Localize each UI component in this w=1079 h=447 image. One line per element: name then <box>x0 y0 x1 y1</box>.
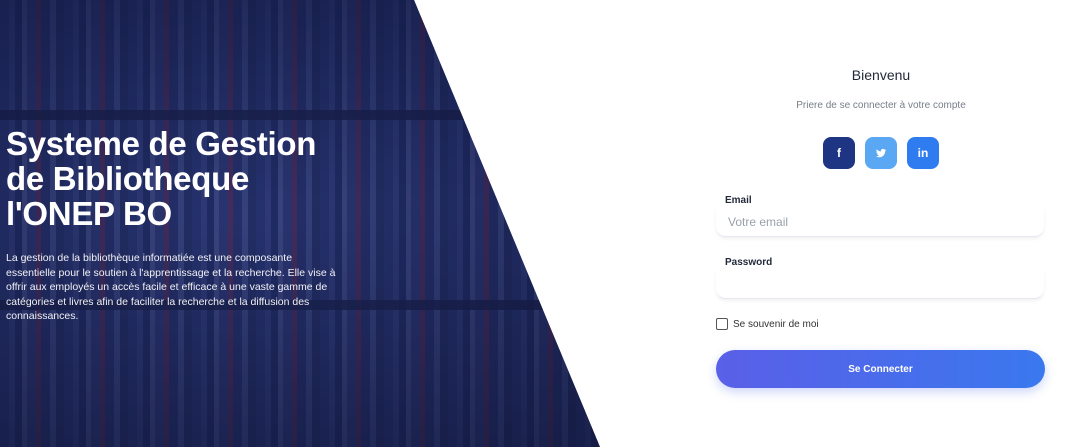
remember-label: Se souvenir de moi <box>733 318 819 330</box>
facebook-button[interactable]: f <box>823 137 855 169</box>
hero-title-line: l'ONEP BO <box>6 195 172 232</box>
hero-title: Systeme de Gestion de Bibliotheque l'ONE… <box>6 126 366 231</box>
hero-title-line: Systeme de Gestion <box>6 125 317 162</box>
email-label: Email <box>725 195 752 206</box>
social-buttons: f in <box>716 137 1046 169</box>
twitter-button[interactable] <box>865 137 897 169</box>
linkedin-button[interactable]: in <box>907 137 939 169</box>
linkedin-icon: in <box>917 146 929 160</box>
hero-title-line: de Bibliotheque <box>6 160 250 197</box>
login-button[interactable]: Se Connecter <box>716 350 1045 388</box>
remember-checkbox[interactable] <box>716 318 728 330</box>
password-label: Password <box>725 257 773 268</box>
hero-description: La gestion de la bibliothèque informatié… <box>6 252 336 323</box>
password-field[interactable] <box>716 269 1044 299</box>
twitter-icon <box>876 148 887 158</box>
login-form: Bienvenu Priere de se connecter à votre … <box>716 0 1046 447</box>
welcome-heading: Bienvenu <box>851 67 911 83</box>
login-subtitle: Priere de se connecter à votre compte <box>796 100 966 111</box>
facebook-icon: f <box>837 146 841 160</box>
remember-me[interactable]: Se souvenir de moi <box>716 318 819 330</box>
email-field[interactable] <box>716 207 1044 237</box>
